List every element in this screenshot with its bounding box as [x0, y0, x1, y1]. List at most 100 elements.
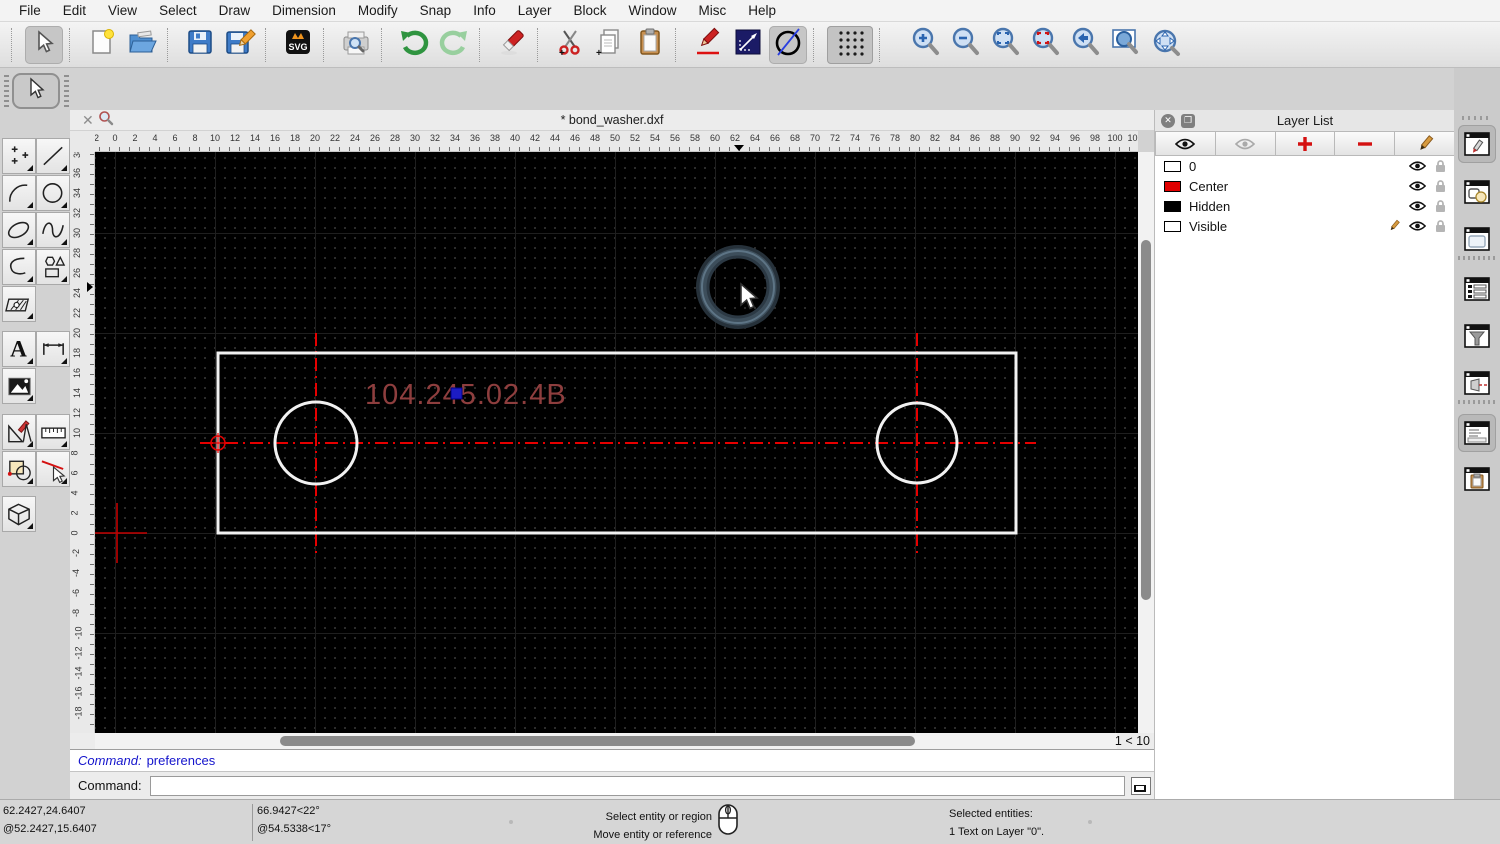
menu-view[interactable]: View — [97, 3, 148, 18]
tool-dimension-button[interactable] — [36, 331, 70, 367]
tool-select-entity-button[interactable] — [36, 451, 70, 487]
remove-layer-button[interactable] — [1335, 131, 1396, 156]
new-document-button[interactable] — [83, 26, 121, 64]
dock-block-list-window-button[interactable] — [1458, 173, 1496, 211]
palette-grip[interactable] — [4, 75, 9, 107]
tool-circle-button[interactable] — [36, 175, 70, 211]
command-input[interactable] — [149, 775, 1125, 796]
dock-layer-list-window-button[interactable] — [1458, 125, 1496, 163]
tool-polygon-shapes-button[interactable] — [36, 249, 70, 285]
delete-button[interactable] — [493, 26, 531, 64]
save-button[interactable] — [181, 26, 219, 64]
command-detach-button[interactable] — [1130, 776, 1151, 795]
zoom-window-button[interactable] — [1107, 26, 1145, 64]
add-layer-button[interactable] — [1275, 131, 1336, 156]
menu-file[interactable]: File — [8, 3, 52, 18]
layer-color-swatch[interactable] — [1164, 200, 1181, 212]
layer-lock-icon[interactable] — [1434, 159, 1447, 173]
layer-visible-eye-icon[interactable] — [1409, 200, 1426, 212]
dock-grip[interactable] — [1462, 116, 1492, 120]
line-attributes-button[interactable] — [729, 26, 767, 64]
tool-polyline-button[interactable] — [2, 249, 36, 285]
zoom-pan-button[interactable] — [1147, 26, 1185, 64]
tool-draw-tools-button[interactable] — [2, 414, 36, 450]
edit-layer-button[interactable] — [1395, 131, 1455, 156]
layer-row-0[interactable]: 0 — [1155, 156, 1455, 176]
redo-button[interactable] — [435, 26, 473, 64]
menu-block[interactable]: Block — [563, 3, 618, 18]
layer-visible-eye-icon[interactable] — [1409, 180, 1426, 192]
layer-color-swatch[interactable] — [1164, 160, 1181, 172]
dock-selection-filter-window-button[interactable] — [1458, 317, 1496, 355]
tool-spline-button[interactable] — [36, 212, 70, 248]
zoom-out-button[interactable] — [947, 26, 985, 64]
menu-draw[interactable]: Draw — [208, 3, 262, 18]
layer-visible-eye-icon[interactable] — [1409, 160, 1426, 172]
layer-lock-icon[interactable] — [1434, 219, 1447, 233]
show-all-layers-button[interactable] — [1155, 131, 1216, 156]
drawing-canvas[interactable]: 104.245.02.4B — [95, 152, 1138, 733]
undock-panel-icon[interactable]: ❐ — [1181, 113, 1195, 128]
dock-command-history-window-button[interactable] — [1458, 414, 1496, 452]
tool-text-button[interactable]: A — [2, 331, 36, 367]
horizontal-scrollbar[interactable] — [95, 733, 1117, 749]
paste-button[interactable] — [631, 26, 669, 64]
tool-ellipse-button[interactable] — [2, 212, 36, 248]
menu-layer[interactable]: Layer — [507, 3, 563, 18]
grid-toggle-button[interactable] — [827, 25, 873, 64]
tool-hatch-button[interactable] — [2, 286, 36, 322]
vertical-scrollbar-thumb[interactable] — [1141, 240, 1151, 600]
dock-separator — [1458, 400, 1496, 404]
layer-row-hidden[interactable]: Hidden — [1155, 196, 1455, 216]
zoom-in-button[interactable] — [907, 26, 945, 64]
menu-edit[interactable]: Edit — [52, 3, 97, 18]
menu-snap[interactable]: Snap — [409, 3, 463, 18]
save-icon — [185, 27, 215, 62]
hide-all-layers-button[interactable] — [1215, 131, 1276, 156]
tool-line-button[interactable] — [36, 138, 70, 174]
layer-lock-icon[interactable] — [1434, 179, 1447, 193]
copy-button[interactable]: + — [591, 26, 629, 64]
dock-block-preview-window-button[interactable] — [1458, 364, 1496, 402]
palette-grip[interactable] — [64, 75, 69, 107]
tool-image-button[interactable] — [2, 368, 36, 404]
svg-export-button[interactable]: SVG — [279, 26, 317, 64]
layer-row-visible[interactable]: Visible — [1155, 216, 1455, 236]
tool-solid-3d-button[interactable] — [2, 496, 36, 532]
toolbar-separator — [813, 27, 822, 62]
undo-button[interactable] — [395, 26, 433, 64]
tool-ruler-button[interactable] — [36, 414, 70, 450]
menu-modify[interactable]: Modify — [347, 3, 409, 18]
tool-points-button[interactable] — [2, 138, 36, 174]
print-preview-button[interactable] — [337, 26, 375, 64]
horizontal-scrollbar-thumb[interactable] — [280, 736, 915, 746]
layer-color-swatch[interactable] — [1164, 220, 1181, 232]
zoom-previous-button[interactable] — [1067, 26, 1105, 64]
cut-button[interactable]: + — [551, 26, 589, 64]
zoom-redraw-button[interactable] — [1027, 26, 1065, 64]
circle-line-button[interactable] — [769, 25, 807, 64]
menu-misc[interactable]: Misc — [688, 3, 738, 18]
layer-visible-eye-icon[interactable] — [1409, 220, 1426, 232]
selection-pointer-button[interactable] — [25, 25, 63, 64]
close-panel-icon[interactable]: ✕ — [1161, 113, 1175, 128]
save-as-button[interactable] — [221, 26, 259, 64]
menu-select[interactable]: Select — [148, 3, 208, 18]
open-file-button[interactable] — [123, 26, 161, 64]
layer-color-swatch[interactable] — [1164, 180, 1181, 192]
tool-arc-button[interactable] — [2, 175, 36, 211]
layer-lock-icon[interactable] — [1434, 199, 1447, 213]
dock-entity-list-window-button[interactable] — [1458, 270, 1496, 308]
tool-modify-button[interactable] — [2, 451, 36, 487]
palette-pointer-button[interactable] — [12, 73, 60, 109]
vertical-scrollbar[interactable] — [1138, 152, 1154, 733]
zoom-auto-button[interactable] — [987, 26, 1025, 64]
menu-window[interactable]: Window — [618, 3, 688, 18]
layer-row-center[interactable]: Center — [1155, 176, 1455, 196]
dock-library-browser-window-button[interactable] — [1458, 220, 1496, 258]
pen-attributes-button[interactable] — [689, 26, 727, 64]
menu-info[interactable]: Info — [462, 3, 507, 18]
menu-dimension[interactable]: Dimension — [261, 3, 347, 18]
dock-clipboard-window-button[interactable] — [1458, 460, 1496, 498]
menu-help[interactable]: Help — [737, 3, 787, 18]
